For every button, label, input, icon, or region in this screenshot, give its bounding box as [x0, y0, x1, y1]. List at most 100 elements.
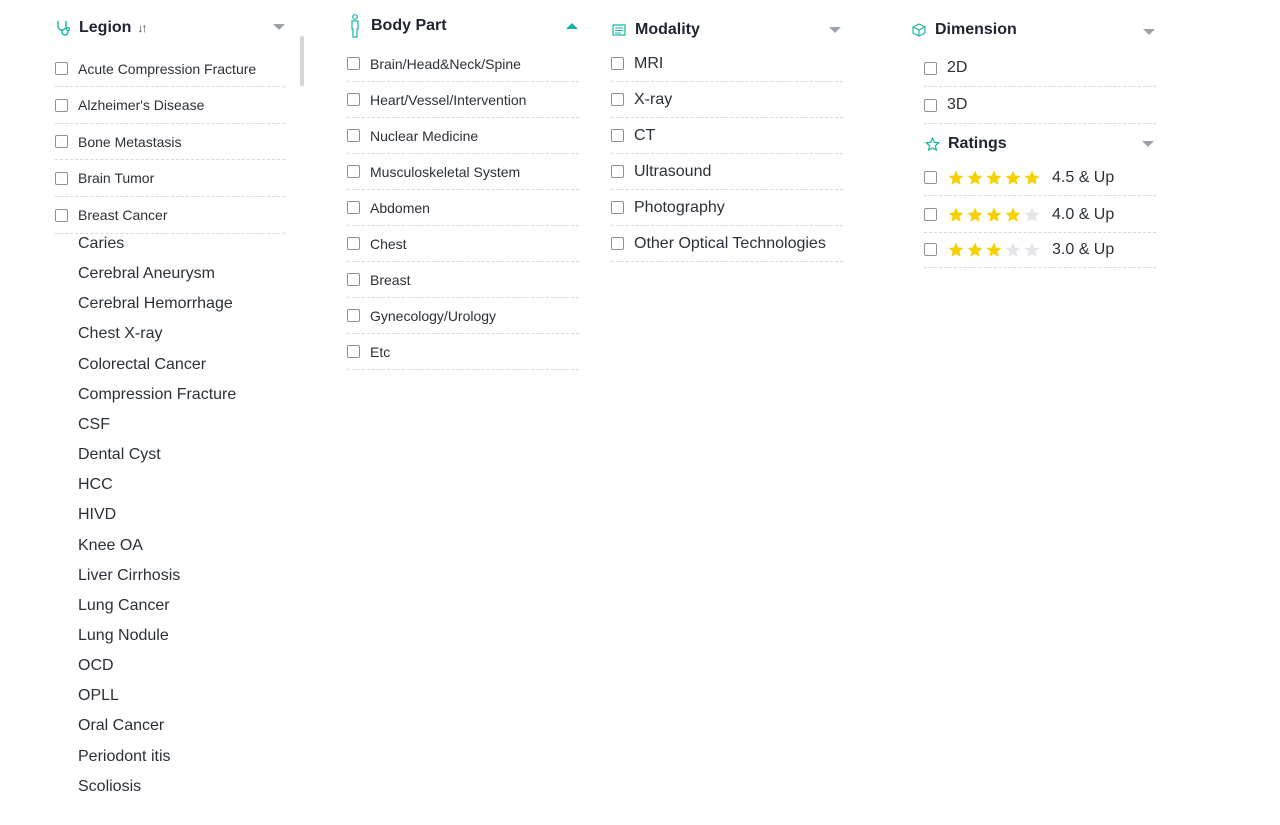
legion-list-item-liver-cirrhosis[interactable]: Liver Cirrhosis — [78, 567, 180, 585]
dimension-item-3d[interactable]: 3D — [924, 87, 1156, 124]
legion-list-item-lung-nodule[interactable]: Lung Nodule — [78, 627, 169, 645]
body-part-item-gynecology-urology[interactable]: Gynecology/Urology — [347, 298, 579, 334]
body-part-checkbox[interactable] — [347, 165, 360, 178]
modality-checkbox[interactable] — [611, 165, 624, 178]
body-part-checkbox[interactable] — [347, 129, 360, 142]
body-part-chevron-up-icon[interactable] — [566, 23, 578, 29]
dimension-item-label: 2D — [947, 59, 968, 76]
modality-item-label: X-ray — [634, 90, 673, 108]
dimension-checkbox[interactable] — [924, 98, 937, 112]
legion-list-item-cerebral-hemorrhage[interactable]: Cerebral Hemorrhage — [78, 295, 233, 313]
body-part-checkbox[interactable] — [347, 93, 360, 106]
legion-list-item-compression-fracture[interactable]: Compression Fracture — [78, 386, 236, 404]
body-part-item-etc[interactable]: Etc — [347, 334, 579, 370]
body-part-checkbox[interactable] — [347, 237, 360, 250]
modality-item-x-ray[interactable]: X-ray — [611, 82, 843, 118]
legion-list-item-lung-cancer[interactable]: Lung Cancer — [78, 597, 170, 615]
body-part-checkbox[interactable] — [347, 273, 360, 286]
modality-item-ultrasound[interactable]: Ultrasound — [611, 154, 843, 190]
legion-list-item-ocd[interactable]: OCD — [78, 657, 114, 675]
modality-checkbox[interactable] — [611, 129, 624, 142]
body-part-checkbox[interactable] — [347, 309, 360, 322]
legion-checkbox[interactable] — [55, 208, 68, 222]
body-part-checkbox[interactable] — [347, 201, 360, 214]
legion-list-item-oral-cancer[interactable]: Oral Cancer — [78, 717, 164, 735]
legion-list-item-caries[interactable]: Caries — [78, 235, 124, 253]
legion-list-item-chest-x-ray[interactable]: Chest X-ray — [78, 325, 162, 343]
legion-header[interactable]: Legion ↓↑ — [55, 15, 147, 41]
rating-item[interactable]: 4.0 & Up — [924, 197, 1156, 233]
modality-chevron-down-icon[interactable] — [829, 27, 841, 33]
legion-checkbox[interactable] — [55, 135, 68, 148]
modality-header[interactable]: Modality — [611, 17, 700, 43]
legion-list-item-csf[interactable]: CSF — [78, 416, 110, 434]
rating-checkbox[interactable] — [924, 243, 937, 256]
legion-item-brain-tumor[interactable]: Brain Tumor — [55, 160, 285, 197]
legion-list-item-dental-cyst[interactable]: Dental Cyst — [78, 446, 161, 464]
modality-item-other-optical-technologies[interactable]: Other Optical Technologies — [611, 226, 843, 262]
body-part-item-chest[interactable]: Chest — [347, 226, 579, 262]
legion-checkbox[interactable] — [55, 62, 68, 75]
legion-list-item-opll[interactable]: OPLL — [78, 687, 119, 705]
legion-scrollbar[interactable] — [300, 36, 304, 86]
modality-checkbox[interactable] — [611, 93, 624, 106]
body-part-checkbox[interactable] — [347, 57, 360, 70]
rating-stars — [947, 241, 1042, 259]
body-part-item-breast[interactable]: Breast — [347, 262, 579, 298]
legion-list-item-hcc[interactable]: HCC — [78, 476, 113, 494]
star-empty-icon — [1004, 241, 1023, 259]
legion-list-item-knee-oa[interactable]: Knee OA — [78, 537, 143, 555]
legion-list-item-hivd[interactable]: HIVD — [78, 506, 116, 524]
modality-title: Modality — [635, 21, 700, 38]
body-part-item-heart-vessel-intervention[interactable]: Heart/Vessel/Intervention — [347, 82, 579, 118]
body-part-item-brain-head-neck-spine[interactable]: Brain/Head&Neck/Spine — [347, 46, 579, 82]
legion-item-alzheimer-s-disease[interactable]: Alzheimer's Disease — [55, 87, 285, 124]
star-filled-icon — [1004, 169, 1023, 187]
dimension-chevron-down-icon[interactable] — [1143, 29, 1155, 35]
modality-panel: Modality MRI X-ray CT Ultrasound Photography… — [611, 17, 843, 267]
modality-checkbox[interactable] — [611, 57, 624, 70]
legion-item-acute-compression-fracture[interactable]: Acute Compression Fracture — [55, 51, 285, 87]
body-part-title: Body Part — [371, 17, 447, 34]
modality-checkbox[interactable] — [611, 237, 624, 250]
dimension-item-2d[interactable]: 2D — [924, 50, 1156, 87]
body-part-item-label: Chest — [370, 235, 407, 252]
body-part-item-abdomen[interactable]: Abdomen — [347, 190, 579, 226]
legion-panel: Legion ↓↑ Acute Compression Fracture Alzh… — [55, 15, 305, 815]
legion-item-breast-cancer[interactable]: Breast Cancer — [55, 197, 285, 234]
legion-item-label: Alzheimer's Disease — [78, 97, 205, 113]
modality-item-label: Other Optical Technologies — [634, 234, 826, 252]
legion-list-item-periodont-itis[interactable]: Periodont itis — [78, 748, 171, 766]
rating-item[interactable]: 3.0 & Up — [924, 232, 1156, 268]
legion-checkbox[interactable] — [55, 171, 68, 185]
body-part-item-musculoskeletal-system[interactable]: Musculoskeletal System — [347, 154, 579, 190]
star-filled-icon — [966, 241, 985, 259]
body-part-checkbox[interactable] — [347, 345, 360, 358]
rating-checkbox[interactable] — [924, 208, 937, 221]
legion-chevron-down-icon[interactable] — [273, 24, 285, 30]
ratings-header[interactable]: Ratings — [924, 131, 1007, 157]
modality-item-photography[interactable]: Photography — [611, 190, 843, 226]
body-part-header[interactable]: Body Part — [347, 13, 447, 39]
modality-item-ct[interactable]: CT — [611, 118, 843, 154]
legion-list-item-cerebral-aneurysm[interactable]: Cerebral Aneurysm — [78, 265, 215, 283]
ratings-chevron-down-icon[interactable] — [1142, 141, 1154, 147]
legion-list-item-colorectal-cancer[interactable]: Colorectal Cancer — [78, 356, 206, 374]
dimension-checkbox[interactable] — [924, 61, 937, 75]
legion-item-label: Brain Tumor — [78, 170, 155, 186]
legion-checkbox[interactable] — [55, 98, 68, 112]
dimension-header[interactable]: Dimension — [911, 17, 1017, 43]
legion-item-label: Breast Cancer — [78, 207, 168, 223]
legion-list-item-scoliosis[interactable]: Scoliosis — [78, 778, 141, 796]
rating-item[interactable]: 4.5 & Up — [924, 160, 1156, 196]
body-part-item-nuclear-medicine[interactable]: Nuclear Medicine — [347, 118, 579, 154]
star-filled-icon — [947, 169, 966, 187]
sort-icon[interactable]: ↓↑ — [137, 21, 147, 35]
rating-label: 4.5 & Up — [1052, 168, 1115, 186]
legion-title: Legion — [79, 19, 132, 36]
modality-checkbox[interactable] — [611, 201, 624, 214]
ratings-title: Ratings — [948, 135, 1007, 152]
legion-item-bone-metastasis[interactable]: Bone Metastasis — [55, 124, 285, 160]
rating-checkbox[interactable] — [924, 171, 937, 184]
modality-item-mri[interactable]: MRI — [611, 46, 843, 82]
